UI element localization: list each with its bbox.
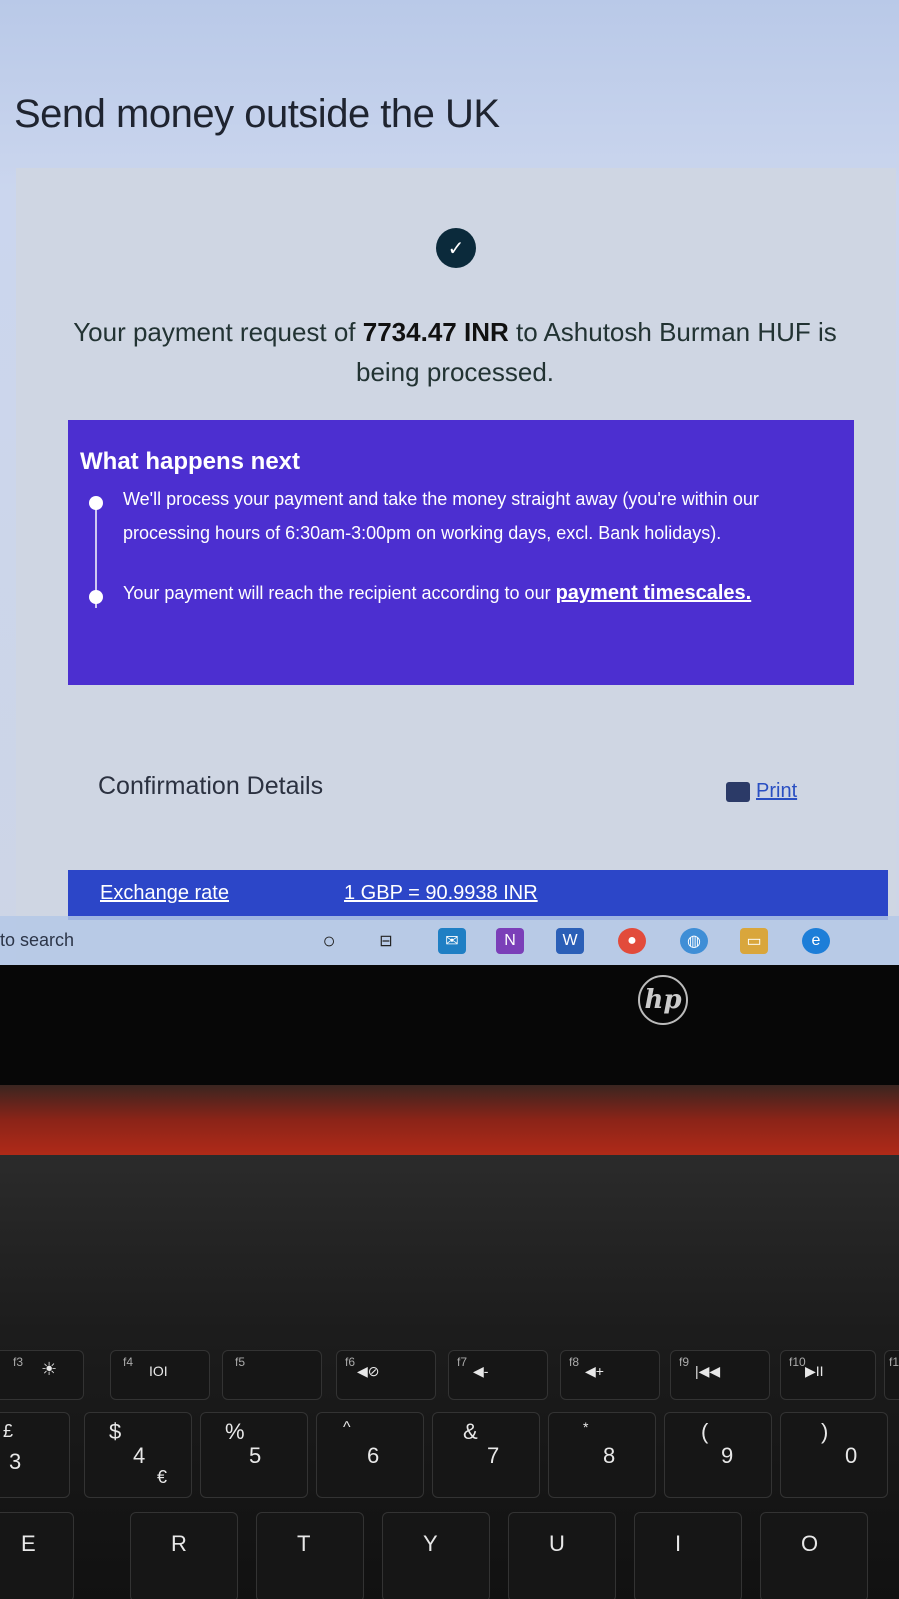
laptop-screen: Send money outside the UK ✓ Your payment… — [0, 0, 899, 965]
key-main-symbol: O — [801, 1531, 819, 1556]
key-fn-label: f11 — [889, 1355, 899, 1369]
key-t[interactable]: T — [256, 1512, 364, 1599]
edge-icon[interactable]: e — [802, 928, 830, 954]
key-shift-symbol: % — [225, 1419, 245, 1444]
payment-timescales-link[interactable]: payment timescales. — [556, 582, 752, 604]
taskbar-search-box[interactable]: to search — [0, 930, 74, 951]
key-fn-label: f7 — [457, 1355, 468, 1369]
key-main-symbol: 9 — [721, 1443, 734, 1468]
key-f11[interactable]: f11 — [884, 1350, 899, 1400]
timeline-dot — [89, 590, 103, 604]
success-check-icon: ✓ — [436, 228, 476, 268]
key-f9[interactable]: f9 |◀◀ — [670, 1350, 770, 1400]
key-u[interactable]: U — [508, 1512, 616, 1599]
what-happens-next-box: What happens next We'll process your pay… — [68, 420, 854, 685]
print-label: Print — [756, 780, 798, 802]
screen-bezel — [0, 965, 899, 1085]
key-main-symbol: R — [171, 1531, 187, 1556]
key-8[interactable]: * 8 — [548, 1412, 656, 1498]
chrome-icon[interactable]: ● — [618, 928, 646, 954]
key-fn-label: f6 — [345, 1355, 356, 1369]
globe-icon[interactable]: ◍ — [680, 928, 708, 954]
what-happens-next-title: What happens next — [80, 448, 301, 475]
key-3[interactable]: £ 3 — [0, 1412, 70, 1498]
key-shift-symbol: ( — [701, 1419, 709, 1444]
key-main-symbol: 4 — [133, 1443, 146, 1468]
key-main-symbol: 6 — [367, 1443, 380, 1468]
exchange-rate-label: Exchange rate — [100, 882, 229, 904]
step-reach-recipient: Your payment will reach the recipient ac… — [123, 576, 813, 610]
key-o[interactable]: O — [760, 1512, 868, 1599]
key-f5[interactable]: f5 — [222, 1350, 322, 1400]
key-fn-label: f10 — [789, 1355, 806, 1369]
display-switch-icon: IOI — [149, 1363, 168, 1379]
key-4[interactable]: $ 4 € — [84, 1412, 192, 1498]
printer-icon — [726, 781, 750, 802]
key-e[interactable]: E — [0, 1512, 74, 1599]
key-shift-symbol: & — [463, 1419, 478, 1444]
key-fn-label: f5 — [235, 1355, 246, 1369]
volume-up-icon: ◀+ — [585, 1363, 604, 1379]
step-reach-recipient-text: Your payment will reach the recipient ac… — [123, 583, 556, 603]
key-shift-symbol: ^ — [343, 1419, 351, 1436]
key-f8[interactable]: f8 ◀+ — [560, 1350, 660, 1400]
key-fn-label: f3 — [13, 1355, 24, 1369]
key-6[interactable]: ^ 6 — [316, 1412, 424, 1498]
payment-msg-prefix: Your payment request of — [73, 317, 363, 347]
key-altgr-symbol: € — [157, 1467, 168, 1487]
key-shift-symbol: * — [583, 1419, 589, 1435]
key-7[interactable]: & 7 — [432, 1412, 540, 1498]
laptop-hinge — [0, 1085, 899, 1155]
key-main-symbol: T — [297, 1531, 311, 1556]
page-title: Send money outside the UK — [14, 92, 500, 136]
key-main-symbol: I — [675, 1531, 682, 1556]
print-button[interactable]: Print — [726, 780, 797, 803]
key-shift-symbol: £ — [3, 1421, 14, 1441]
windows-taskbar: to search ○ ⊟ ✉ N W ● ◍ ▭ e — [0, 916, 899, 965]
key-main-symbol: Y — [423, 1531, 438, 1556]
key-y[interactable]: Y — [382, 1512, 490, 1599]
step-process-payment: We'll process your payment and take the … — [123, 489, 759, 543]
key-0[interactable]: ) 0 — [780, 1412, 888, 1498]
onenote-icon[interactable]: N — [496, 928, 524, 954]
key-f6[interactable]: f6 ◀⊘ — [336, 1350, 436, 1400]
key-9[interactable]: ( 9 — [664, 1412, 772, 1498]
key-shift-symbol: ) — [821, 1419, 829, 1444]
key-main-symbol: 0 — [845, 1443, 858, 1468]
key-i[interactable]: I — [634, 1512, 742, 1599]
key-main-symbol: 7 — [487, 1443, 500, 1468]
payment-status-message: Your payment request of 7734.47 INR to A… — [60, 312, 850, 392]
key-fn-label: f4 — [123, 1355, 134, 1369]
file-explorer-icon[interactable]: ▭ — [740, 928, 768, 954]
key-f7[interactable]: f7 ◀- — [448, 1350, 548, 1400]
key-main-symbol: E — [21, 1531, 36, 1556]
volume-down-icon: ◀- — [473, 1363, 489, 1379]
key-main-symbol: 3 — [9, 1449, 22, 1474]
previous-track-icon: |◀◀ — [695, 1363, 721, 1379]
key-fn-label: f8 — [569, 1355, 580, 1369]
key-main-symbol: 5 — [249, 1443, 262, 1468]
mail-icon[interactable]: ✉ — [438, 928, 466, 954]
key-main-symbol: U — [549, 1531, 565, 1556]
confirmation-details-title: Confirmation Details — [98, 772, 324, 800]
timeline-dot — [89, 496, 103, 510]
key-main-symbol: 8 — [603, 1443, 616, 1468]
key-shift-symbol: $ — [109, 1419, 122, 1444]
word-icon[interactable]: W — [556, 928, 584, 954]
key-f10[interactable]: f10 ▶II — [780, 1350, 876, 1400]
play-pause-icon: ▶II — [805, 1363, 824, 1379]
exchange-rate-value: 1 GBP = 90.9938 INR — [344, 882, 538, 904]
key-f3[interactable]: f3 ☀ — [0, 1350, 84, 1400]
payment-amount: 7734.47 INR — [362, 317, 509, 347]
key-f4[interactable]: f4 IOI — [110, 1350, 210, 1400]
key-r[interactable]: R — [130, 1512, 238, 1599]
hp-logo: hp — [638, 975, 688, 1025]
brightness-icon: ☀ — [41, 1359, 58, 1379]
task-view-icon[interactable]: ⊟ — [372, 928, 400, 954]
cortana-icon[interactable]: ○ — [315, 928, 343, 954]
key-fn-label: f9 — [679, 1355, 690, 1369]
key-5[interactable]: % 5 — [200, 1412, 308, 1498]
exchange-rate-row: Exchange rate 1 GBP = 90.9938 INR — [68, 870, 888, 920]
mute-icon: ◀⊘ — [357, 1363, 380, 1379]
